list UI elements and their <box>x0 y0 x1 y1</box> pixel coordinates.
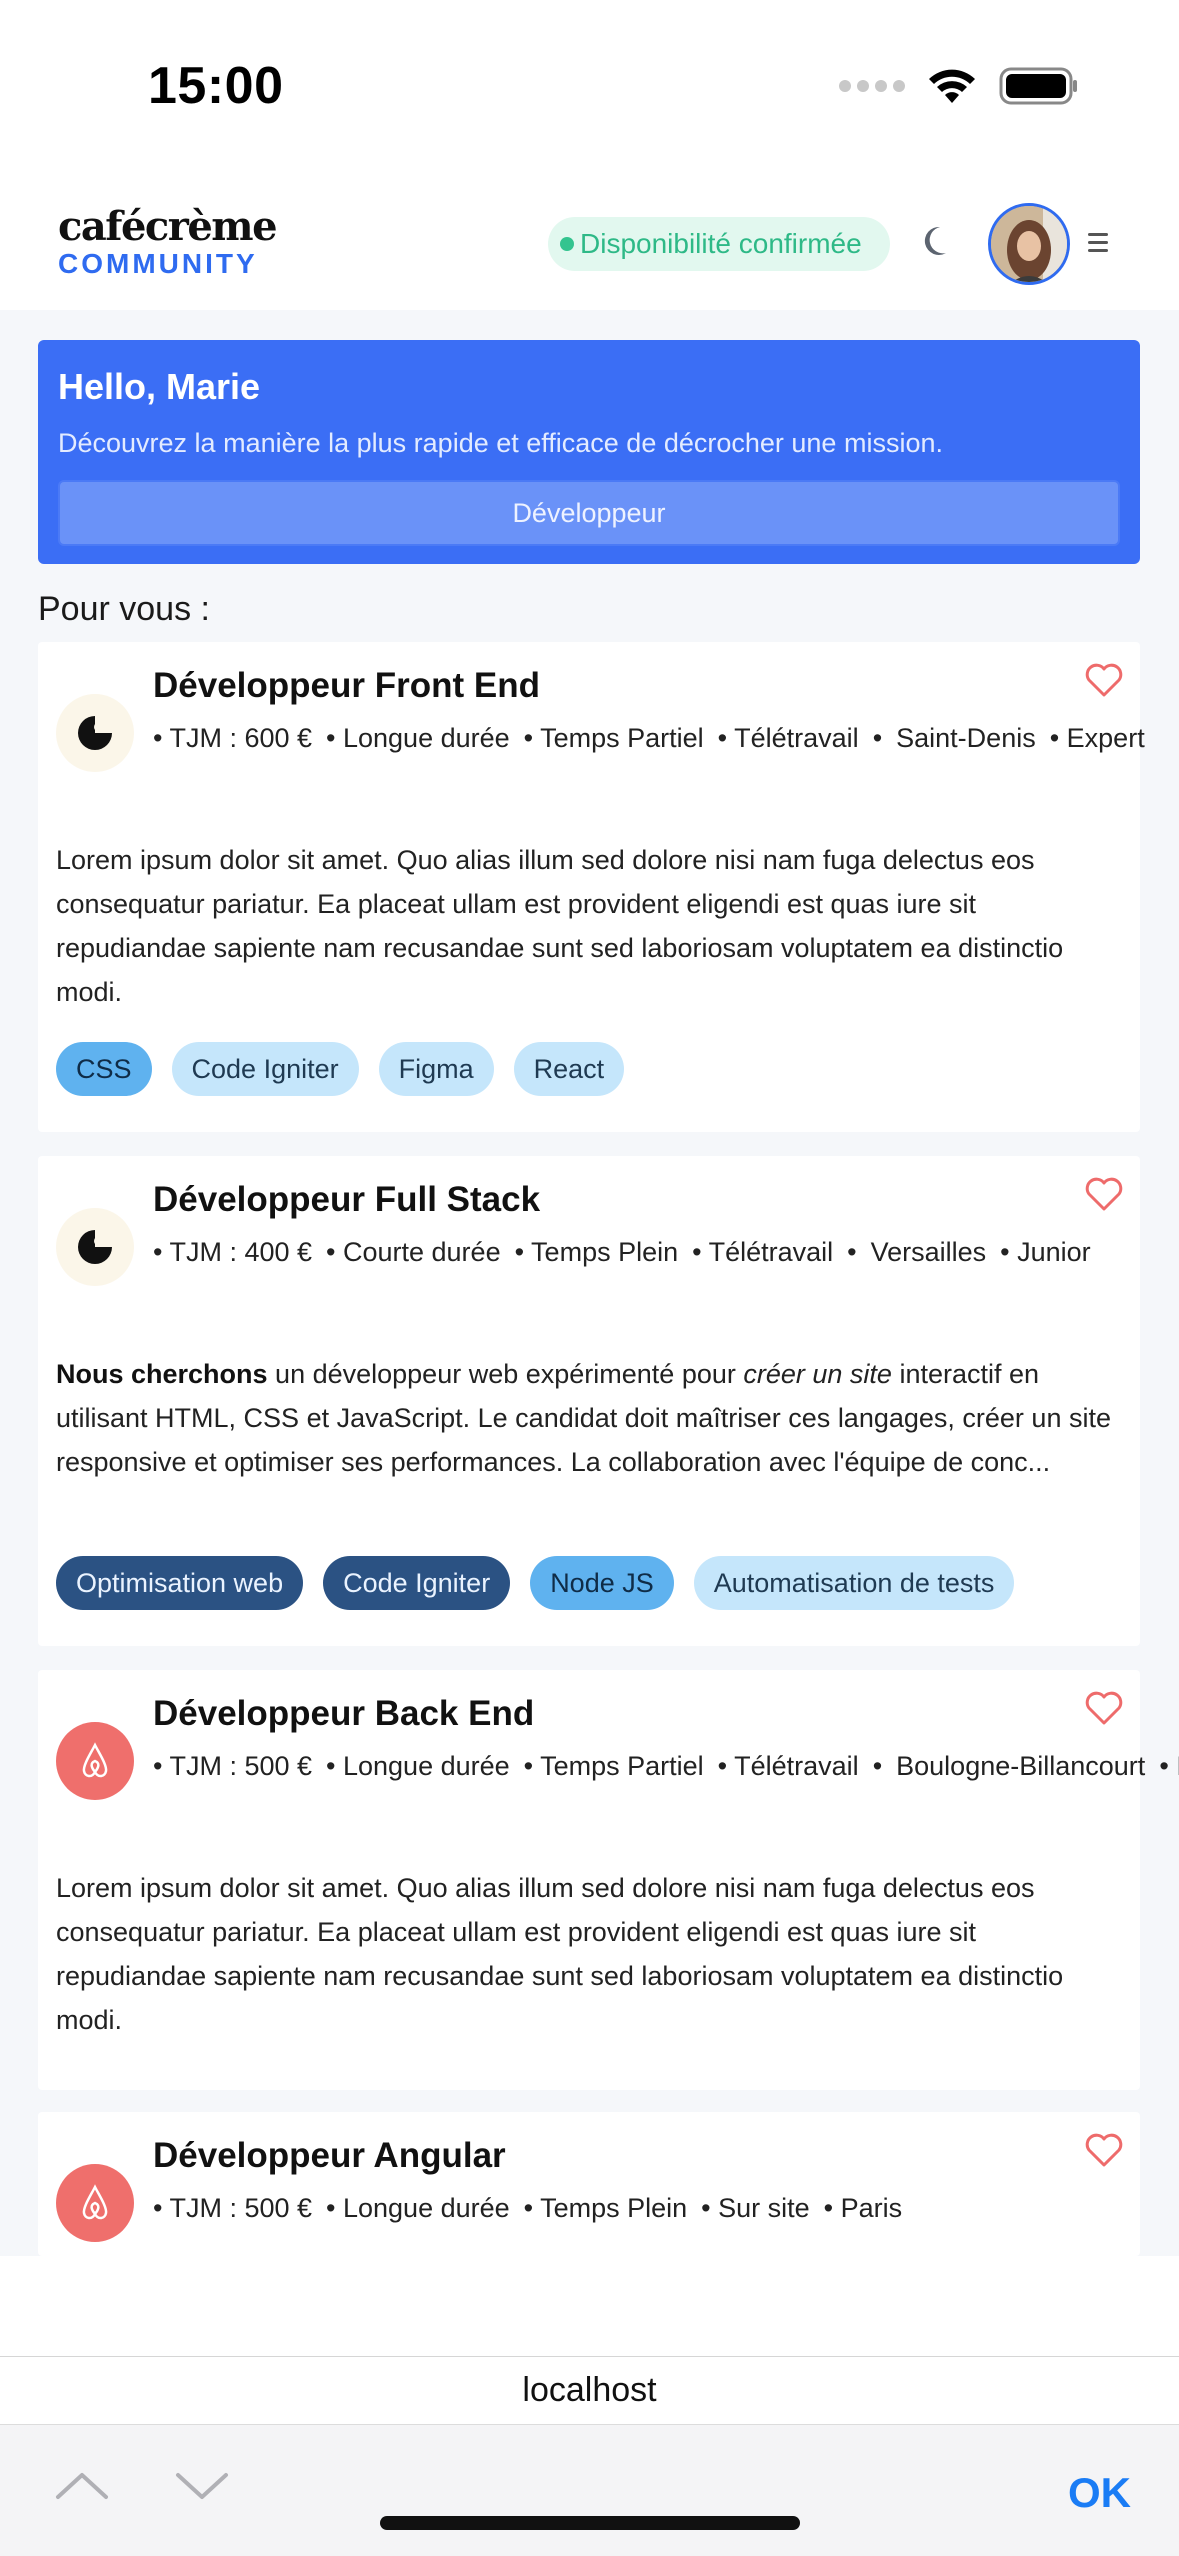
url-bar[interactable]: localhost <box>0 2356 1179 2424</box>
job-remote: • Sur site <box>701 2193 810 2223</box>
job-meta: • TJM : 500 € • Longue durée • Temps Plein… <box>153 2186 1053 2230</box>
section-title: Pour vous : <box>38 590 210 628</box>
skill-tag[interactable]: Automatisation de tests <box>693 1556 1015 1610</box>
moon-icon[interactable] <box>920 223 958 261</box>
status-icons <box>839 66 1079 106</box>
job-title[interactable]: Développeur Front End <box>153 666 540 706</box>
job-remote: • Télétravail <box>692 1237 834 1267</box>
job-card[interactable]: Développeur Full Stack • TJM : 400 € • Co… <box>38 1156 1140 1646</box>
logo-top: cafécrème <box>58 203 278 250</box>
job-level: • Junior <box>1000 1237 1091 1267</box>
heart-icon[interactable] <box>1084 662 1124 698</box>
job-card[interactable]: Développeur Angular • TJM : 500 € • Longu… <box>38 2112 1140 2256</box>
job-level: • Intermédiaire <box>1159 1751 1179 1781</box>
company-logo <box>56 694 134 772</box>
meta-separator: • <box>872 1751 883 1781</box>
keyboard-toolbar: OK <box>0 2424 1179 2556</box>
job-duration: • Longue durée <box>326 723 510 753</box>
heart-icon[interactable] <box>1084 1690 1124 1726</box>
job-duration: • Longue durée <box>326 2193 510 2223</box>
app-header: cafécrème COMMUNITY Disponibilité confir… <box>0 175 1179 310</box>
job-schedule: • Temps Plein <box>514 1237 679 1267</box>
chevron-down-icon[interactable] <box>172 2465 232 2505</box>
avatar-photo <box>991 206 1067 282</box>
job-schedule: • Temps Plein <box>523 2193 688 2223</box>
company-logo <box>56 1208 134 1286</box>
job-rate: • TJM : 400 € <box>153 1237 313 1267</box>
heart-icon[interactable] <box>1084 1176 1124 1212</box>
description-text: un développeur web expérimenté pour <box>267 1359 744 1389</box>
job-duration: • Courte durée <box>326 1237 501 1267</box>
heart-icon[interactable] <box>1084 2132 1124 2168</box>
skill-tag[interactable]: Code Igniter <box>323 1556 511 1610</box>
job-meta: • TJM : 600 € • Longue durée • Temps Parti… <box>153 716 1145 760</box>
job-description: Nous cherchons un développeur web expéri… <box>56 1352 1126 1484</box>
url-text: localhost <box>522 2371 657 2409</box>
status-bar: 15:00 <box>0 0 1179 175</box>
job-rate: • TJM : 600 € <box>153 723 313 753</box>
job-meta: • TJM : 500 € • Longue durée • Temps Parti… <box>153 1744 1179 1788</box>
skill-tag[interactable]: React <box>513 1042 625 1096</box>
wifi-icon <box>929 69 975 103</box>
job-description: Lorem ipsum dolor sit amet. Quo alias il… <box>56 1873 1064 2035</box>
skill-tag[interactable]: Code Igniter <box>171 1042 359 1096</box>
signal-icon <box>839 80 905 92</box>
meta-separator: • <box>847 1237 857 1267</box>
description-italic: créer un site <box>743 1359 892 1389</box>
job-schedule: • Temps Partiel <box>523 1751 704 1781</box>
job-level: • Expert <box>1049 723 1145 753</box>
availability-text: Disponibilité confirmée <box>580 228 862 259</box>
chevron-up-icon[interactable] <box>52 2465 112 2505</box>
status-time: 15:00 <box>148 57 284 115</box>
job-schedule: • Temps Partiel <box>523 723 704 753</box>
job-title[interactable]: Développeur Full Stack <box>153 1180 540 1220</box>
job-card[interactable]: Développeur Back End • TJM : 500 € • Long… <box>38 1670 1179 2090</box>
availability-badge[interactable]: Disponibilité confirmée <box>548 217 890 271</box>
skill-tag[interactable]: Figma <box>378 1042 494 1096</box>
job-location: • Paris <box>823 2193 903 2223</box>
airbnb-logo-icon <box>56 2164 134 2242</box>
skill-tag[interactable]: Optimisation web <box>56 1556 304 1610</box>
tag-list: CSS Code Igniter Figma React <box>56 1042 625 1096</box>
battery-icon <box>999 67 1077 105</box>
job-title[interactable]: Développeur Back End <box>153 1694 534 1734</box>
job-meta: • TJM : 400 € • Courte durée • Temps Plein… <box>153 1230 1091 1274</box>
job-rate: • TJM : 500 € <box>153 2193 313 2223</box>
job-remote: • Télétravail <box>717 723 859 753</box>
availability-dot <box>560 237 574 251</box>
hero-banner: Hello, Marie Découvrez la manière la plu… <box>38 340 1140 564</box>
job-card[interactable]: Développeur Front End • TJM : 600 € • Lon… <box>38 642 1145 1132</box>
skill-tag[interactable]: Node JS <box>530 1556 674 1610</box>
airbnb-logo-icon <box>56 1722 134 1800</box>
job-location: Saint-Denis <box>896 723 1036 753</box>
hero-subtitle: Découvrez la manière la plus rapide et e… <box>58 428 943 458</box>
avatar[interactable] <box>988 203 1070 285</box>
job-duration: • Longue durée <box>326 1751 510 1781</box>
main-content: Hello, Marie Découvrez la manière la plu… <box>0 310 1179 2256</box>
meta-separator: • <box>872 723 883 753</box>
job-description: Lorem ipsum dolor sit amet. Quo alias il… <box>56 845 1064 1007</box>
logo-bottom: COMMUNITY <box>58 248 258 279</box>
skill-tag[interactable]: CSS <box>56 1042 152 1096</box>
job-location: Boulogne-Billancourt <box>896 1751 1146 1781</box>
description-bold: Nous cherchons <box>56 1359 268 1389</box>
logo[interactable]: cafécrème COMMUNITY <box>58 203 278 281</box>
job-remote: • Télétravail <box>717 1751 859 1781</box>
job-rate: • TJM : 500 € <box>153 1751 313 1781</box>
job-location: Versailles <box>870 1237 987 1267</box>
hero-greeting: Hello, Marie <box>58 366 261 407</box>
role-select[interactable]: Développeur <box>58 480 1120 546</box>
hamburger-menu-icon[interactable] <box>1088 233 1108 257</box>
tag-list: Optimisation web Code Igniter Node JS Au… <box>56 1556 1015 1610</box>
home-indicator <box>380 2516 800 2530</box>
ok-button[interactable]: OK <box>1068 2469 1131 2517</box>
job-title[interactable]: Développeur Angular <box>153 2136 506 2176</box>
